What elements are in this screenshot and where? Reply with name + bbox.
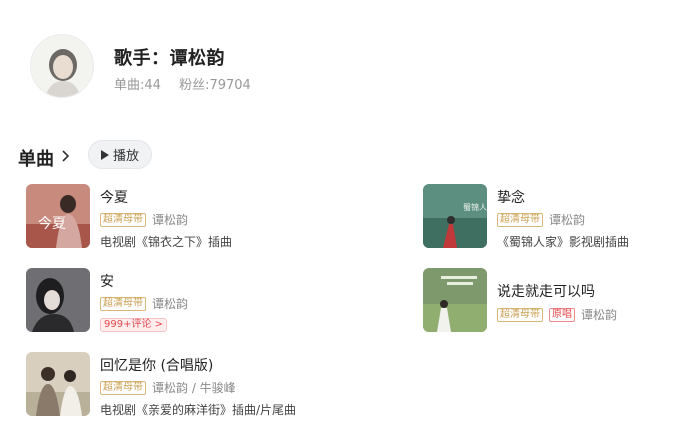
quality-tag: 超清母带 [100, 380, 146, 395]
play-all-button[interactable]: 播放 [88, 140, 152, 169]
song-item[interactable]: 说走就走可以吗 超清母带 原唱 谭松韵 [423, 268, 683, 334]
play-icon [100, 149, 109, 160]
song-cover[interactable]: 今夏 [26, 184, 90, 248]
svg-text:今夏: 今夏 [38, 216, 66, 232]
song-description: 电视剧《亲爱的麻洋街》插曲/片尾曲 [100, 403, 297, 417]
original-singer-tag: 原唱 [549, 307, 575, 322]
artist-name: 歌手：谭松韵 [114, 48, 225, 69]
song-item[interactable]: 蜀锦人家 挚念 超清母带 谭松韵 《蜀锦人家》影视剧插曲 [423, 184, 683, 250]
comment-count-badge[interactable]: 999+评论 > [100, 318, 168, 332]
song-title[interactable]: 挚念 [497, 187, 525, 207]
song-cover[interactable]: 蜀锦人家 [423, 184, 487, 248]
song-title[interactable]: 回忆是你 (合唱版) [100, 355, 213, 375]
song-title[interactable]: 今夏 [100, 187, 128, 207]
song-artist[interactable]: 谭松韵 [152, 295, 188, 312]
song-cover[interactable] [26, 352, 90, 416]
svg-text:蜀锦人家: 蜀锦人家 [463, 202, 487, 212]
artist-stats: 单曲:44 粉丝:79704 [114, 74, 251, 93]
quality-tag: 超清母带 [100, 212, 146, 227]
artist-avatar[interactable] [30, 34, 94, 98]
section-title[interactable]: 单曲 [18, 145, 54, 171]
quality-tag: 超清母带 [497, 307, 543, 322]
chevron-right-icon[interactable] [58, 146, 74, 166]
song-artist[interactable]: 谭松韵 [549, 211, 585, 228]
fans-count: 粉丝:79704 [179, 78, 251, 93]
song-item[interactable]: 今夏 今夏 超清母带 谭松韵 电视剧《锦衣之下》插曲 [26, 184, 326, 250]
song-item[interactable]: 安 超清母带 谭松韵 999+评论 > [26, 268, 326, 334]
song-item[interactable]: 回忆是你 (合唱版) 超清母带 谭松韵 / 牛骏峰 电视剧《亲爱的麻洋街》插曲/… [26, 352, 346, 418]
play-label: 播放 [112, 149, 139, 164]
song-artist[interactable]: 谭松韵 [581, 306, 617, 323]
song-artist[interactable]: 谭松韵 / 牛骏峰 [152, 379, 236, 396]
song-title[interactable]: 说走就走可以吗 [497, 281, 595, 301]
song-title[interactable]: 安 [100, 271, 114, 291]
song-cover[interactable] [423, 268, 487, 332]
song-cover[interactable] [26, 268, 90, 332]
song-description: 《蜀锦人家》影视剧插曲 [497, 235, 630, 249]
quality-tag: 超清母带 [497, 212, 543, 227]
song-description: 电视剧《锦衣之下》插曲 [100, 235, 233, 249]
song-artist[interactable]: 谭松韵 [152, 211, 188, 228]
singles-count: 单曲:44 [114, 78, 161, 93]
quality-tag: 超清母带 [100, 296, 146, 311]
